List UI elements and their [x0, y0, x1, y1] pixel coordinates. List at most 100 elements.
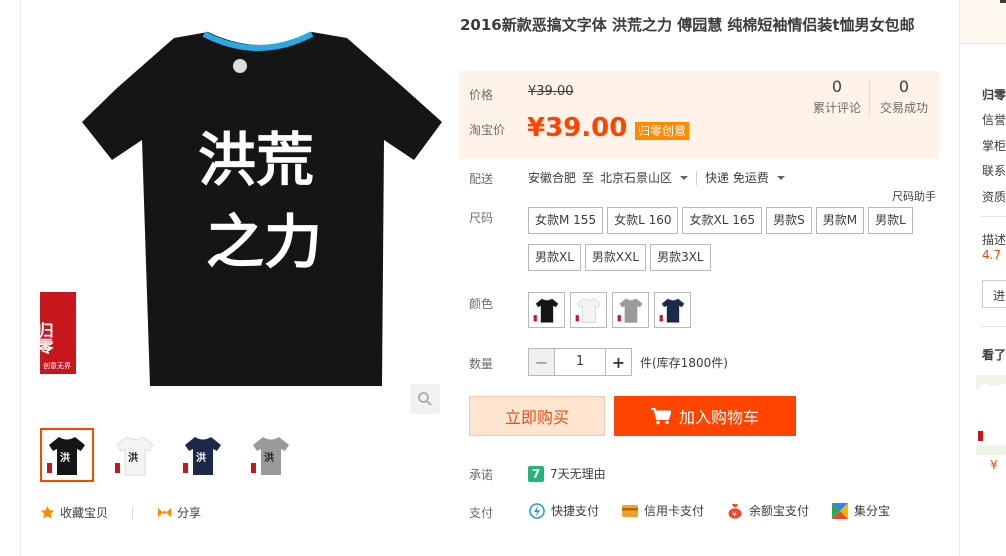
payment-jifenbao[interactable]: 集分宝 — [831, 502, 890, 519]
quantity-input[interactable]: 1 — [555, 348, 605, 376]
chevron-down-icon — [776, 175, 785, 180]
product-title: 2016新款恶搞文字体 洪荒之力 傅园慧 纯棉短袖情侣装t恤男女包邮 — [460, 16, 915, 34]
shop-tag-badge[interactable]: 归零创意 — [635, 122, 690, 140]
thumbnail-2[interactable]: 洪 — [108, 428, 162, 482]
star-icon — [40, 505, 55, 519]
credit-card-icon — [621, 502, 638, 519]
buy-now-label: 立即购买 — [504, 408, 569, 427]
shirt-text-top: 洪荒 — [198, 126, 314, 194]
minus-button[interactable]: − — [528, 348, 555, 376]
also-viewed-thumbnail[interactable] — [976, 375, 1006, 455]
payment-yuebao[interactable]: ¥ 余额宝支付 — [726, 502, 809, 519]
size-option[interactable]: 男款XXL — [584, 244, 647, 271]
color-options — [528, 292, 691, 328]
payment-label-text: 余额宝支付 — [749, 504, 810, 518]
deals-label: 交易成功 — [879, 101, 928, 115]
brand-logo-sub: 创意无界 — [43, 361, 71, 370]
also-viewed-title: 看了 — [982, 348, 1006, 362]
swatch-shirt — [576, 298, 601, 324]
reviews-stat[interactable]: 0 累计评论 — [804, 77, 870, 116]
cart-icon — [650, 407, 671, 424]
size-option[interactable]: 女款L 160 — [607, 207, 679, 234]
size-helper-link[interactable]: 尺码助手 — [892, 188, 936, 204]
add-to-cart-button[interactable]: 加入购物车 — [614, 396, 796, 436]
shop-name[interactable]: 归零 — [982, 86, 1006, 103]
plus-button[interactable]: + — [605, 348, 632, 376]
size-option[interactable]: 男款3XL — [650, 244, 711, 271]
product-page: 洪荒 之力 归零 创意无界 洪 洪 洪 洪 收藏宝贝 分享 2016新款恶搞文字… — [0, 0, 1006, 556]
zoom-button[interactable] — [410, 384, 440, 414]
svg-text:洪: 洪 — [196, 451, 206, 464]
promise-row[interactable]: 7 7天无理由 — [528, 465, 606, 482]
stock-text: 件(库存1800件) — [640, 355, 728, 370]
rating-value: 4.7 — [982, 248, 1002, 262]
color-swatch-navy[interactable] — [654, 292, 691, 328]
reviews-count: 0 — [831, 77, 843, 96]
size-option[interactable]: 女款M 155 — [528, 207, 604, 234]
shirt-text-bottom: 之力 — [206, 208, 322, 276]
size-option[interactable]: 男款XL — [528, 244, 581, 271]
sidebar-divider — [980, 216, 1006, 217]
ship-from: 安徽合肥 — [528, 171, 577, 185]
svg-text:洪: 洪 — [60, 451, 70, 464]
left-border — [20, 0, 21, 556]
favorite-button[interactable]: 收藏宝贝 — [40, 504, 108, 521]
deals-stat[interactable]: 0 交易成功 — [871, 77, 937, 116]
size-option[interactable]: 男款M — [815, 207, 865, 234]
ship-method-select[interactable]: 快递 免运费 — [705, 169, 769, 186]
rating-label: 描述 — [982, 233, 1006, 247]
add-cart-label: 加入购物车 — [678, 408, 759, 427]
money-bag-icon: ¥ — [726, 502, 743, 519]
thumbnail-4[interactable]: 洪 — [244, 428, 298, 482]
quantity-stepper: − 1 + 件(库存1800件) — [528, 348, 728, 376]
size-option[interactable]: 男款L — [868, 207, 913, 234]
sidebar-border — [959, 0, 960, 556]
main-product-image[interactable]: 洪荒 之力 归零 创意无界 — [30, 0, 450, 395]
payment-credit-card[interactable]: 信用卡支付 — [621, 502, 704, 519]
sidebar-marker — [1000, 0, 1006, 3]
size-option[interactable]: 女款XL 165 — [682, 207, 763, 234]
svg-text:¥: ¥ — [732, 510, 737, 518]
share-button[interactable]: 分享 — [157, 504, 201, 521]
payment-label-text: 快捷支付 — [551, 504, 600, 518]
ship-to-select[interactable]: 北京石景山区 — [600, 169, 672, 186]
price-panel: 价格 ¥39.00 淘宝价 ¥39.00 归零创意 0 累计评论 0 交易成功 — [459, 71, 939, 159]
payment-methods: 快捷支付 信用卡支付 ¥ 余额宝支付 集分宝 — [528, 502, 890, 519]
price-label: 价格 — [469, 88, 494, 102]
color-swatch-black[interactable] — [528, 292, 565, 328]
favorite-label: 收藏宝贝 — [60, 506, 109, 520]
payment-label-text: 集分宝 — [854, 504, 891, 518]
gallery-actions: 收藏宝贝 分享 — [40, 504, 201, 521]
color-swatch-white[interactable] — [570, 292, 607, 328]
enter-shop-button[interactable]: 进 — [982, 280, 1006, 308]
taobao-price-label: 淘宝价 — [469, 123, 506, 137]
stat-divider — [869, 79, 870, 117]
shop-row: 掌柜 — [982, 139, 1006, 153]
sidebar-divider — [980, 326, 1006, 327]
color-label: 颜色 — [469, 297, 494, 311]
sidebar-banner — [960, 0, 1006, 44]
color-swatch-gray[interactable] — [612, 292, 649, 328]
thumbnail-1[interactable]: 洪 — [40, 428, 94, 482]
size-label: 尺码 — [469, 211, 494, 225]
share-label: 分享 — [177, 506, 202, 520]
buy-now-button[interactable]: 立即购买 — [469, 396, 605, 436]
ship-to-word: 至 — [582, 171, 595, 185]
reviews-label: 累计评论 — [812, 101, 861, 115]
jifenbao-icon — [831, 502, 848, 519]
swatch-shirt — [618, 298, 643, 324]
payment-quickpay[interactable]: 快捷支付 — [528, 502, 599, 519]
payment-label: 支付 — [469, 506, 494, 520]
ship-divider — [696, 170, 698, 185]
action-divider — [132, 505, 134, 520]
current-price: ¥39.00 — [527, 113, 628, 143]
original-price: ¥39.00 — [528, 84, 574, 99]
svg-text:洪: 洪 — [264, 451, 274, 464]
svg-text:洪: 洪 — [128, 451, 138, 464]
size-option[interactable]: 男款S — [766, 207, 812, 234]
promise-text: 7天无理由 — [550, 467, 606, 481]
quickpay-icon — [528, 502, 545, 519]
thumbnail-3[interactable]: 洪 — [176, 428, 230, 482]
also-viewed-price: ¥ — [990, 458, 998, 472]
seven-day-badge-icon: 7 — [528, 465, 544, 482]
